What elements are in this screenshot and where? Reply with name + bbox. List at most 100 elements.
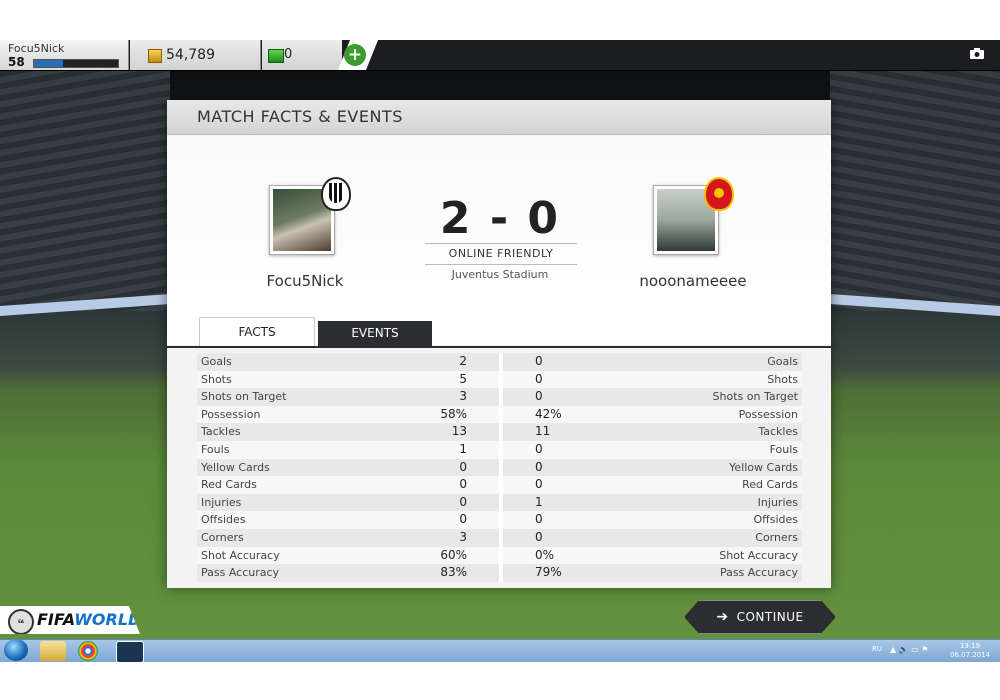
stat-label-home: Goals [201,355,232,368]
ea-sports-logo-icon: EA SPORTS [8,609,34,634]
continue-button[interactable]: ➔ CONTINUE [684,600,836,634]
fifa-points-box: 0 [262,40,342,70]
tab-facts[interactable]: FACTS [199,317,315,347]
panel-title: MATCH FACTS & EVENTS [197,107,403,126]
panel-header: MATCH FACTS & EVENTS [167,100,831,135]
player-profile-box[interactable]: Focu5Nick 58 [0,40,129,70]
stat-value-home: 2 [459,354,467,368]
tab-underline [167,346,831,348]
stat-label-home: Corners [201,530,244,544]
stat-value-home: 3 [459,529,467,544]
stands-left [0,71,170,311]
player-name: Focu5Nick [8,42,65,55]
juventus-crest-icon [321,177,351,211]
stat-label-away: Shots [767,372,798,386]
fifa-world-wordmark: FIFAWORLD [37,610,142,629]
camera-icon[interactable] [970,48,984,59]
stat-label-home: Possession [201,407,261,421]
stat-label-home: Pass Accuracy [201,566,280,580]
home-team-name: Focu5Nick [266,272,344,290]
stat-value-home: 60% [440,547,467,562]
stat-label-away: Injuries [757,495,798,509]
stat-value-home: 0 [459,477,467,492]
stat-label-home: Red Cards [201,478,257,492]
stat-value-home: 0 [459,494,467,509]
stat-label-home: Fouls [201,442,230,456]
stat-value-home: 3 [459,389,467,404]
stat-value-home: 13 [451,424,467,439]
language-indicator[interactable]: RU [872,645,882,653]
continue-label: CONTINUE [736,610,804,624]
stat-label-away: Pass Accuracy [719,566,798,580]
stat-label-away: Corners [755,530,798,544]
stat-value-home: 1 [459,441,467,456]
stands-right [830,71,1000,311]
coins-icon [148,49,162,63]
stadium-name: Juventus Stadium [451,268,549,281]
stat-label-home: Shots on Target [201,390,287,404]
coins-box: 54,789 [130,40,261,70]
stat-label-home: Offsides [201,513,246,527]
chrome-icon[interactable] [78,641,98,661]
stats-divider [499,353,503,583]
stat-value-away: 0 [535,459,543,474]
stat-label-home: Shot Accuracy [201,548,280,562]
stat-value-away: 0 [535,389,543,404]
top-status-bar: Focu5Nick 58 54,789 0 + [0,40,1000,71]
match-summary: Focu5Nick 2 - 0 ONLINE FRIENDLY Juventus… [167,135,831,345]
taskbar-clock[interactable]: 13:19 06.07.2014 [950,642,990,660]
stat-value-away: 0% [535,547,555,562]
stat-value-home: 58% [440,406,467,421]
manchester-united-crest-icon [704,177,734,211]
clock-date: 06.07.2014 [950,651,991,659]
stat-label-home: Injuries [201,495,242,509]
stat-label-away: Yellow Cards [729,460,798,474]
fifa-world-logo: EA SPORTS FIFAWORLD [0,606,140,634]
away-team-name: nooonameeee [639,272,747,290]
clock-time: 13:19 [959,642,981,650]
stat-label-home: Yellow Cards [201,460,270,474]
stat-label-home: Shots [201,372,232,386]
fifa-points-value: 0 [284,47,293,62]
stat-label-away: Tackles [758,425,798,439]
fifa-points-icon [268,49,284,63]
stat-value-away: 0 [535,371,543,386]
system-tray-icons[interactable]: ▲ 🔈 ▭ ⚑ [890,645,928,654]
windows-taskbar: RU ▲ 🔈 ▭ ⚑ 13:19 06.07.2014 [0,639,1000,663]
xp-progress-bar [33,59,119,68]
stat-value-home: 0 [459,459,467,474]
stat-label-away: Shot Accuracy [719,548,798,562]
stat-value-home: 0 [459,512,467,527]
add-points-button[interactable]: + [344,44,366,66]
fifa-wordmark: FIFA [37,610,75,629]
arrow-right-icon: ➔ [716,609,729,625]
stat-value-home: 83% [440,565,467,580]
world-wordmark: WORLD [74,610,142,629]
windows-start-icon[interactable] [4,639,28,661]
match-type: ONLINE FRIENDLY [425,243,577,265]
stat-label-away: Goals [767,355,798,368]
stat-value-away: 11 [535,424,551,439]
stat-value-away: 0 [535,529,543,544]
match-score: 2 - 0 [439,193,561,244]
stat-value-away: 0 [535,354,543,368]
player-level: 58 [8,55,25,69]
tab-events[interactable]: EVENTS [318,321,432,346]
fifa-app-icon[interactable] [116,641,144,663]
stat-label-away: Possession [738,407,798,421]
stat-value-away: 0 [535,477,543,492]
xp-progress-fill [34,60,64,67]
stat-value-away: 0 [535,512,543,527]
stats-table: Goals 2 0 Goals Shots 5 0 Shots Shots on Target 3… [197,353,802,583]
stat-label-home: Tackles [201,425,241,439]
match-facts-panel: MATCH FACTS & EVENTS Focu5Nick 2 - 0 ONL… [167,100,831,588]
stat-value-away: 42% [535,406,562,421]
stat-value-away: 79% [535,565,562,580]
stat-value-home: 5 [459,371,467,386]
stat-label-away: Offsides [753,513,798,527]
stat-value-away: 0 [535,441,543,456]
stat-label-away: Red Cards [742,478,798,492]
coins-value: 54,789 [166,47,215,63]
folder-icon[interactable] [40,641,66,661]
stat-label-away: Fouls [769,442,798,456]
